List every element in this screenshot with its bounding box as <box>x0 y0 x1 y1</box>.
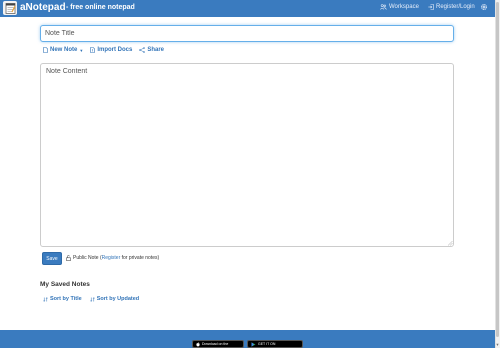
public-note-option[interactable]: Public Note (Register for private notes) <box>66 255 159 261</box>
resize-grip-icon[interactable] <box>447 240 453 246</box>
note-content-textarea[interactable] <box>40 63 454 247</box>
unlock-icon <box>66 255 71 261</box>
top-navbar: aNotepad - free online notepad Workspace… <box>0 0 495 17</box>
brand-tagline: - free online notepad <box>66 4 135 11</box>
caret-down-icon: ▼ <box>79 47 84 53</box>
new-note-label: New Note <box>50 47 78 53</box>
public-note-label: Public Note ( <box>73 255 102 261</box>
sort-icon <box>43 296 48 302</box>
google-play-badge[interactable]: GET IT ON <box>247 340 303 348</box>
scroll-down-arrow-icon[interactable]: ▼ <box>495 342 500 347</box>
sort-by-updated-label: Sort by Updated <box>96 296 140 302</box>
google-play-label: GET IT ON <box>258 342 276 346</box>
sort-by-title-label: Sort by Title <box>50 296 82 302</box>
sort-icon <box>89 296 95 302</box>
app-store-label: Download on the <box>202 342 229 346</box>
brand-name[interactable]: aNotepad <box>20 2 66 13</box>
login-icon <box>428 4 434 10</box>
register-link[interactable]: Register <box>102 255 121 261</box>
saved-notes-heading: My Saved Notes <box>40 281 90 288</box>
save-button[interactable]: Save <box>42 252 62 265</box>
import-docs-label: Import Docs <box>97 47 133 53</box>
note-toolbar: New Note ▼ Import Docs Share <box>43 47 164 53</box>
google-play-icon <box>251 341 256 347</box>
import-document-icon <box>90 47 96 53</box>
register-login-link[interactable]: Register/Login <box>428 4 475 10</box>
people-icon <box>380 4 387 10</box>
sort-by-title-link[interactable]: Sort by Title <box>43 296 82 302</box>
sort-by-updated-link[interactable]: Sort by Updated <box>89 296 140 302</box>
app-store-badge[interactable]: Download on the <box>192 340 244 348</box>
workspace-link[interactable]: Workspace <box>380 4 419 10</box>
share-button[interactable]: Share <box>139 47 164 53</box>
import-docs-button[interactable]: Import Docs <box>90 47 132 53</box>
share-label: Share <box>147 47 165 53</box>
scrollbar-thumb[interactable] <box>496 2 499 337</box>
apple-icon <box>196 341 200 346</box>
register-login-label: Register/Login <box>436 4 475 10</box>
new-note-button[interactable]: New Note ▼ <box>43 47 83 53</box>
share-icon <box>139 47 146 53</box>
private-notes-label: for private notes) <box>120 255 160 261</box>
note-title-input[interactable] <box>40 25 454 42</box>
vertical-scrollbar[interactable]: ▼ <box>495 0 500 348</box>
gear-icon[interactable] <box>480 3 488 11</box>
document-icon <box>43 47 48 53</box>
notepad-logo-icon[interactable] <box>3 1 17 15</box>
workspace-label: Workspace <box>389 4 419 10</box>
sort-options: Sort by Title Sort by Updated <box>43 296 139 302</box>
